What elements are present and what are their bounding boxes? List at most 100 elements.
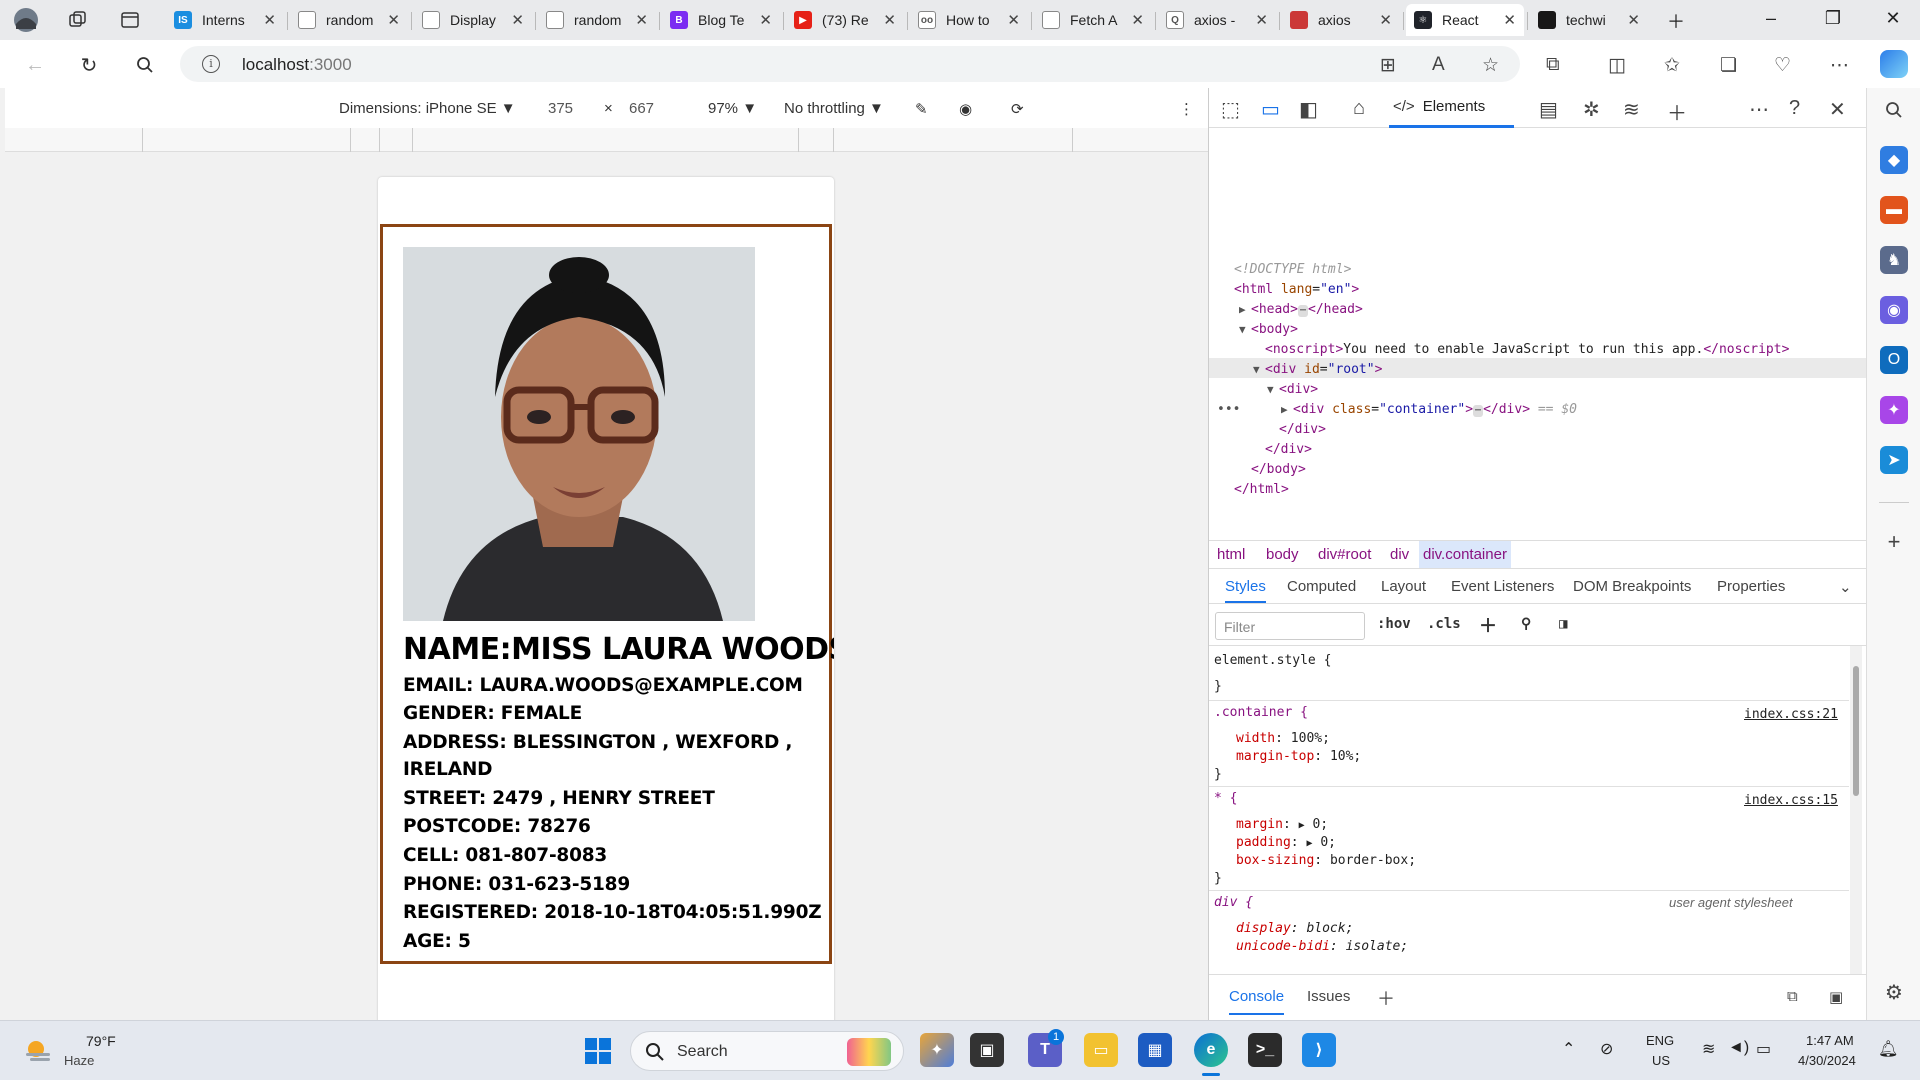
clock-date[interactable]: 4/30/2024 <box>1798 1053 1856 1068</box>
weather-desc[interactable]: Haze <box>64 1053 94 1068</box>
browser-tab[interactable]: random ✕ <box>538 4 656 36</box>
dom-head[interactable]: ▶ <head> ⋯ </head> <box>1239 300 1363 320</box>
browser-tab[interactable]: ▶ (73) Re ✕ <box>786 4 904 36</box>
weather-icon[interactable] <box>22 1035 54 1063</box>
close-tab-icon[interactable]: ✕ <box>1131 11 1144 29</box>
terminal-icon[interactable]: >_ <box>1248 1033 1282 1067</box>
dom-html[interactable]: <html lang="en"> <box>1234 280 1359 300</box>
games-icon[interactable]: ♞ <box>1880 246 1908 274</box>
source-link-index-css-21[interactable]: index.css:21 <box>1744 706 1838 724</box>
close-tab-icon[interactable]: ✕ <box>1503 11 1516 29</box>
ellipsis-icon[interactable]: ⋯ <box>1297 305 1308 317</box>
breadcrumb-div[interactable]: div <box>1390 546 1409 563</box>
tab-issues[interactable]: Issues <box>1307 988 1350 1005</box>
height-input[interactable]: 667 <box>629 100 654 117</box>
close-tab-icon[interactable]: ✕ <box>387 11 400 29</box>
close-tab-icon[interactable]: ✕ <box>511 11 524 29</box>
copilot-pre-icon[interactable]: ✦ <box>920 1033 954 1067</box>
split-screen-icon[interactable]: ◫ <box>1608 54 1626 77</box>
dock-drawer-icon[interactable]: ▣ <box>1829 988 1843 1006</box>
favorite-star-icon[interactable]: ☆ <box>1482 54 1499 77</box>
chevron-down-icon[interactable]: ⌄ <box>1839 578 1852 596</box>
tab-properties[interactable]: Properties <box>1717 578 1785 595</box>
refresh-button[interactable]: ↻ <box>74 50 104 80</box>
tab-event-listeners[interactable]: Event Listeners <box>1451 578 1554 595</box>
decl-margin-top[interactable]: margin-top: 10%; <box>1236 748 1361 766</box>
extensions-icon[interactable]: ⧉ <box>1546 54 1560 76</box>
browser-tab[interactable]: B Blog Te ✕ <box>662 4 780 36</box>
expand-triangle-icon[interactable]: ▶ <box>1239 300 1251 320</box>
tab-dom-breakpoints[interactable]: DOM Breakpoints <box>1573 578 1691 595</box>
start-windows-icon[interactable] <box>584 1037 612 1065</box>
back-button[interactable]: ← <box>20 50 50 80</box>
volume-icon[interactable]: ◄) <box>1728 1039 1749 1057</box>
dom-noscript[interactable]: <noscript>You need to enable JavaScript … <box>1265 340 1789 360</box>
shopping-tag-icon[interactable]: ◆ <box>1880 146 1908 174</box>
close-tab-icon[interactable]: ✕ <box>759 11 772 29</box>
dom-body-close[interactable]: </body> <box>1251 460 1306 480</box>
console-icon[interactable]: ▤ <box>1539 97 1558 122</box>
breadcrumb-html[interactable]: html <box>1217 546 1245 563</box>
designer-icon[interactable]: ✦ <box>1880 396 1908 424</box>
vision-icon[interactable]: ◉ <box>959 100 972 118</box>
favorites-icon[interactable]: ✩ <box>1664 54 1680 77</box>
tab-computed[interactable]: Computed <box>1287 578 1356 595</box>
dom-doctype[interactable]: <!DOCTYPE html> <box>1234 260 1351 280</box>
decl-display[interactable]: display: block; <box>1236 920 1353 938</box>
expand-triangle-icon[interactable]: ▶ <box>1281 400 1293 420</box>
notification-bell-icon[interactable]: 🔔︎ <box>1878 1039 1898 1059</box>
tab-actions-icon[interactable] <box>116 6 144 34</box>
vscode-icon[interactable]: ⟩ <box>1302 1033 1336 1067</box>
close-tab-icon[interactable]: ✕ <box>1627 11 1640 29</box>
add-tool-icon[interactable]: ＋ <box>1667 97 1687 126</box>
sidebar-settings-icon[interactable]: ⚙ <box>1880 978 1908 1006</box>
device-toggle-icon[interactable]: ▭ <box>1261 97 1280 122</box>
url-field[interactable]: i localhost:3000 <box>180 46 1520 82</box>
rule-div[interactable]: div { <box>1214 894 1253 912</box>
close-tab-icon[interactable]: ✕ <box>1255 11 1268 29</box>
read-aloud-icon[interactable]: A <box>1432 54 1445 76</box>
copilot-icon[interactable] <box>1880 50 1908 78</box>
styles-filter-input[interactable]: Filter <box>1215 612 1365 640</box>
new-tab-button[interactable]: ＋ <box>1653 8 1699 34</box>
send-icon[interactable]: ➤ <box>1880 446 1908 474</box>
dom-div-root-close[interactable]: </div> <box>1265 440 1312 460</box>
media-query-ruler[interactable] <box>5 128 1208 152</box>
paint-icon[interactable]: ⚲ <box>1521 616 1531 632</box>
collapse-triangle-icon[interactable]: ▼ <box>1253 360 1265 380</box>
close-window-button[interactable]: ✕ <box>1870 8 1916 29</box>
width-input[interactable]: 375 <box>548 100 573 117</box>
app-available-icon[interactable]: ⊞ <box>1380 54 1396 77</box>
restore-button[interactable]: ❐ <box>1810 8 1856 29</box>
rule-container[interactable]: .container { <box>1214 704 1308 722</box>
close-tab-icon[interactable]: ✕ <box>635 11 648 29</box>
help-icon[interactable]: ? <box>1789 97 1800 120</box>
dimensions-dropdown[interactable]: Dimensions: iPhone SE ▼ <box>339 100 516 117</box>
taskbar-search[interactable]: Search <box>630 1031 904 1071</box>
task-view-icon[interactable]: ▣ <box>970 1033 1004 1067</box>
decl-box-sizing[interactable]: box-sizing: border-box; <box>1236 852 1416 870</box>
tab-elements[interactable]: </> Elements <box>1389 88 1514 128</box>
tab-console[interactable]: Console <box>1229 988 1285 1015</box>
dock-side-icon[interactable]: ◧ <box>1299 97 1318 122</box>
vpn-icon[interactable]: ⊘ <box>1600 1039 1613 1059</box>
browser-tab[interactable]: ⚛ React ✕ <box>1406 4 1524 36</box>
file-explorer-icon[interactable]: ▭ <box>1084 1033 1118 1067</box>
expand-triangle-icon[interactable]: ▶ <box>1306 838 1312 849</box>
close-tab-icon[interactable]: ✕ <box>263 11 276 29</box>
browser-tab[interactable]: Fetch A ✕ <box>1034 4 1152 36</box>
cls-button[interactable]: .cls <box>1427 616 1461 632</box>
browser-tab[interactable]: oo How to ✕ <box>910 4 1028 36</box>
styles-scrollbar[interactable] <box>1850 646 1862 1006</box>
scrollbar-thumb[interactable] <box>1853 666 1859 796</box>
microsoft-365-icon[interactable]: ◉ <box>1880 296 1908 324</box>
breadcrumb-div-container[interactable]: div.container <box>1419 541 1511 569</box>
microsoft-store-icon[interactable]: ▦ <box>1138 1033 1172 1067</box>
workspaces-icon[interactable] <box>64 6 92 34</box>
search-icon[interactable] <box>1880 96 1908 124</box>
browser-tab[interactable]: Qaxios - ✕ <box>1158 4 1276 36</box>
close-devtools-icon[interactable]: ✕ <box>1829 97 1846 122</box>
ellipsis-icon[interactable]: ⋯ <box>1473 405 1484 417</box>
source-link-index-css-15[interactable]: index.css:15 <box>1744 792 1838 810</box>
rule-element-style[interactable]: element.style { <box>1214 652 1331 670</box>
